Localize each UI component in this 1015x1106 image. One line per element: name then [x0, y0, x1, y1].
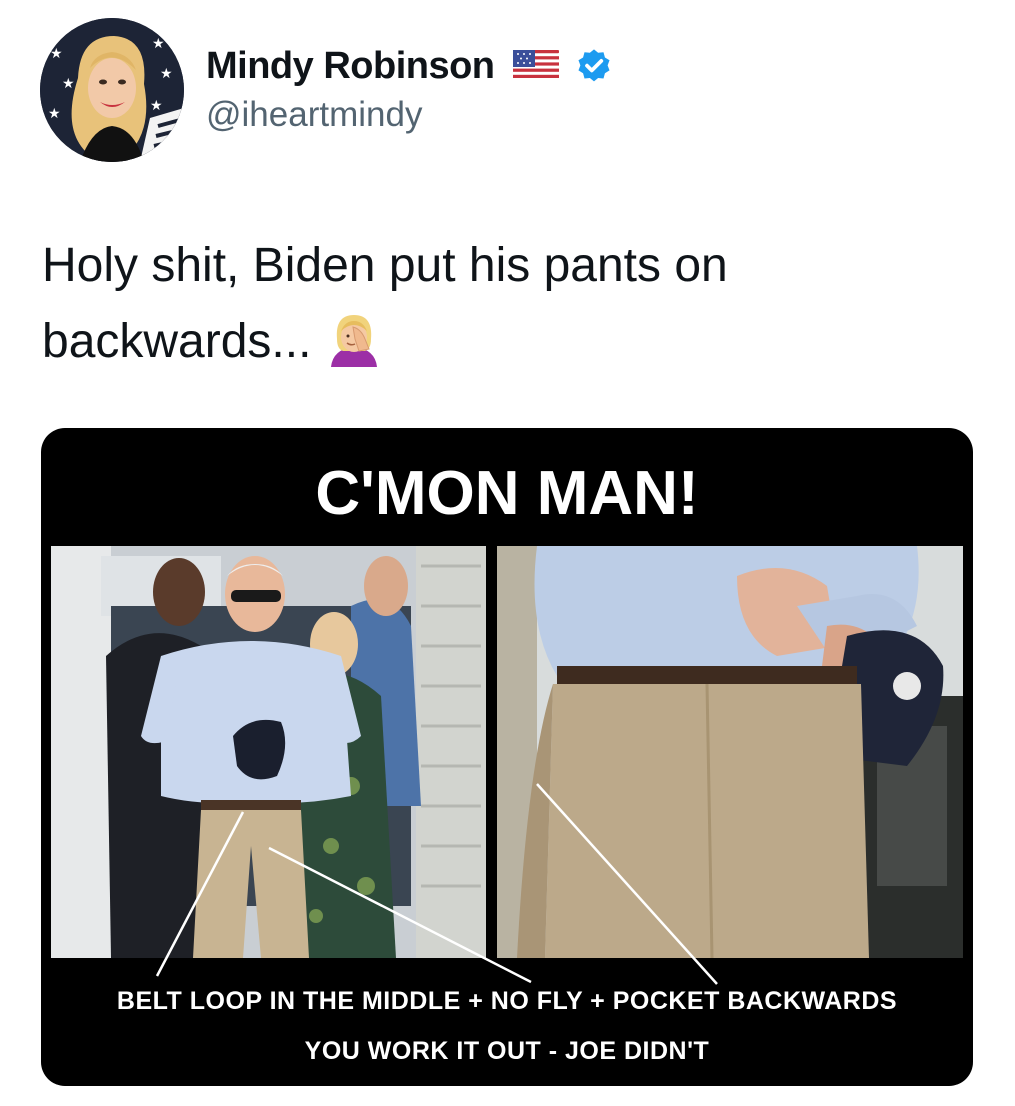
svg-text:★: ★ [62, 75, 75, 91]
avatar-image: ★★★ ★★★ [40, 18, 184, 162]
meme-caption-line-1: BELT LOOP IN THE MIDDLE + NO FLY + POCKE… [116, 987, 898, 1015]
svg-text:★: ★ [48, 105, 61, 121]
meme-caption-line-2: YOU WORK IT OUT - JOE DIDN'T [304, 1037, 710, 1065]
tweet-text: Holy shit, Biden put his pants on backwa… [42, 228, 982, 380]
tweet-media-image[interactable]: C'MON MAN! BELT LOOP IN THE MIDDLE + NO … [41, 428, 973, 1086]
woman-facepalming-emoji-icon [325, 309, 383, 367]
svg-text:★: ★ [152, 35, 165, 51]
author-handle[interactable]: @iheartmindy [206, 95, 422, 135]
author-avatar[interactable]: ★ ★ ★ ★ ★ ★ [40, 18, 184, 162]
svg-text:★: ★ [150, 97, 163, 113]
meme-title: C'MON MAN! [315, 459, 699, 528]
author-name[interactable]: Mindy Robinson [206, 45, 495, 88]
verified-badge-icon [578, 49, 610, 82]
svg-text:★: ★ [160, 65, 173, 81]
photo-biden-walking [51, 546, 486, 958]
photo-pants-closeup [497, 546, 963, 958]
us-flag-icon [512, 50, 559, 82]
tweet-body: Holy shit, Biden put his pants on backwa… [42, 239, 728, 368]
svg-text:★: ★ [50, 45, 63, 61]
